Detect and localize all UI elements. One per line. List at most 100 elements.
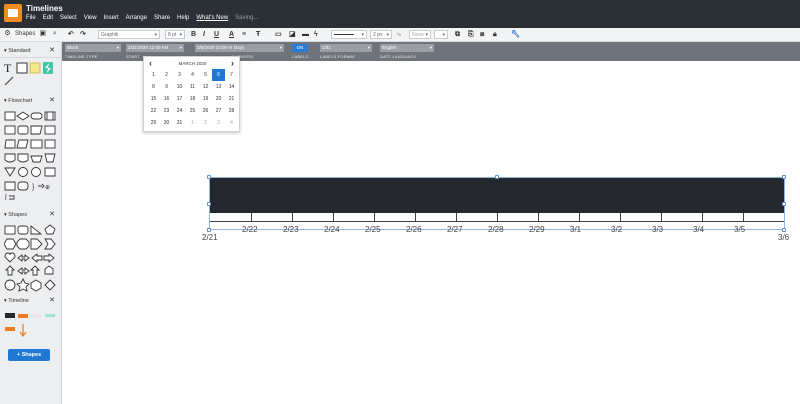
- timeline-type-select[interactable]: Block: [65, 44, 121, 52]
- calendar-day[interactable]: 2: [160, 69, 173, 81]
- italic-icon[interactable]: I: [203, 29, 205, 40]
- calendar-day[interactable]: 31: [173, 117, 186, 129]
- calendar-day[interactable]: 9: [160, 81, 173, 93]
- calendar-day[interactable]: 23: [160, 105, 173, 117]
- menu-file[interactable]: File: [26, 15, 36, 21]
- calendar-day[interactable]: 2: [199, 117, 212, 129]
- menu-insert[interactable]: Insert: [104, 15, 119, 21]
- calendar-day[interactable]: 5: [199, 69, 212, 81]
- calendar-day[interactable]: 11: [186, 81, 199, 93]
- add-shapes-button[interactable]: + Shapes: [8, 349, 50, 361]
- text-color-icon[interactable]: A: [229, 29, 234, 40]
- menu-help[interactable]: Help: [177, 15, 189, 21]
- standard-shapes[interactable]: T: [4, 61, 60, 87]
- calendar-day[interactable]: 18: [186, 93, 199, 105]
- calendar-day[interactable]: 4: [225, 117, 238, 129]
- calendar-day[interactable]: 1: [147, 69, 160, 81]
- calendar-day[interactable]: 1: [186, 117, 199, 129]
- close-icon[interactable]: ✕: [49, 210, 55, 218]
- calendar-day[interactable]: 25: [186, 105, 199, 117]
- image-icon[interactable]: ▣: [38, 29, 47, 38]
- flowchart-shapes[interactable]: } ⊕ [: [4, 110, 58, 200]
- resize-handle[interactable]: [782, 175, 786, 179]
- calendar-day[interactable]: 8: [147, 81, 160, 93]
- redo-icon[interactable]: ↷: [80, 29, 86, 40]
- calendar-day[interactable]: 3: [212, 117, 225, 129]
- timeline-axis: [210, 221, 784, 222]
- align-icon[interactable]: ≡: [242, 29, 246, 40]
- calendar-day[interactable]: 10: [173, 81, 186, 93]
- shapes-toggle-label[interactable]: Shapes: [15, 31, 35, 37]
- calendar-day[interactable]: 3: [173, 69, 186, 81]
- labels-toggle[interactable]: ON: [292, 44, 308, 52]
- close-icon[interactable]: ✕: [49, 296, 55, 304]
- calendar-day[interactable]: 19: [199, 93, 212, 105]
- basic-shapes[interactable]: [4, 224, 58, 294]
- wrench-icon[interactable]: 🔧︎: [511, 29, 520, 40]
- calendar-day[interactable]: 24: [173, 105, 186, 117]
- menu-whats-new[interactable]: What's New: [196, 15, 228, 21]
- start-date-field[interactable]: 2/21/2020 12:00 AM: [126, 44, 184, 52]
- menu-edit[interactable]: Edit: [43, 15, 53, 21]
- calendar-day[interactable]: 21: [225, 93, 238, 105]
- resize-handle[interactable]: [495, 175, 499, 179]
- timeline-label: 3/4: [693, 225, 705, 234]
- calendar-day[interactable]: 30: [160, 117, 173, 129]
- timeline-bar[interactable]: [210, 178, 784, 213]
- underline-icon[interactable]: U: [214, 29, 219, 40]
- menu-view[interactable]: View: [84, 15, 97, 21]
- calendar-day[interactable]: 27: [212, 105, 225, 117]
- calendar-day[interactable]: 14: [225, 81, 238, 93]
- calendar-day[interactable]: 17: [173, 93, 186, 105]
- connector-icon[interactable]: ⤷: [397, 29, 401, 40]
- calendar-day[interactable]: 12: [199, 81, 212, 93]
- gear-icon[interactable]: ⚙: [3, 29, 12, 38]
- text-options-icon[interactable]: Ŧ: [256, 29, 260, 40]
- search-icon[interactable]: ⌕: [50, 29, 59, 38]
- resize-handle[interactable]: [782, 228, 786, 232]
- group-icon[interactable]: ⧈: [480, 29, 484, 40]
- folder-icon[interactable]: [4, 4, 22, 22]
- menu-select[interactable]: Select: [60, 15, 77, 21]
- calendar-day[interactable]: 28: [225, 105, 238, 117]
- resize-handle[interactable]: [207, 228, 211, 232]
- document-title[interactable]: Timelines: [26, 4, 63, 13]
- fill-color-icon[interactable]: ◪: [289, 29, 296, 40]
- labels-format-select[interactable]: 1/31: [320, 44, 372, 52]
- calendar-day[interactable]: 22: [147, 105, 160, 117]
- timeline-shapes[interactable]: [4, 311, 58, 337]
- calendar-day[interactable]: 29: [147, 117, 160, 129]
- effects-icon[interactable]: ϟ: [314, 29, 318, 40]
- lock-icon[interactable]: 🔒︎: [493, 29, 497, 40]
- calendar-day[interactable]: 13: [212, 81, 225, 93]
- resize-handle[interactable]: [782, 202, 786, 206]
- copy-style-icon[interactable]: ⧉: [455, 29, 460, 40]
- line-style-select[interactable]: [331, 30, 367, 39]
- line-color-icon[interactable]: ▬: [302, 29, 309, 40]
- calendar-day[interactable]: 16: [160, 93, 173, 105]
- calendar-day[interactable]: 15: [147, 93, 160, 105]
- close-icon[interactable]: ✕: [49, 46, 55, 54]
- calendar-day[interactable]: 6: [212, 69, 225, 81]
- undo-icon[interactable]: ↶: [68, 29, 74, 40]
- font-family-select[interactable]: Graphik: [98, 30, 160, 39]
- calendar-day[interactable]: 4: [186, 69, 199, 81]
- font-size-select[interactable]: 8 pt: [165, 30, 185, 39]
- arrow-end-select[interactable]: [434, 30, 448, 39]
- resize-handle[interactable]: [207, 175, 211, 179]
- markers-select[interactable]: Days: [232, 44, 284, 52]
- fill-icon[interactable]: ▭: [275, 29, 282, 40]
- arrow-start-select[interactable]: None: [409, 30, 431, 39]
- calendar-day[interactable]: 7: [225, 69, 238, 81]
- arrange-icon[interactable]: ⎘: [468, 29, 474, 40]
- line-width-select[interactable]: 2 px: [370, 30, 392, 39]
- resize-handle[interactable]: [207, 202, 211, 206]
- menu-arrange[interactable]: Arrange: [126, 15, 147, 21]
- menu-share[interactable]: Share: [154, 15, 170, 21]
- calendar-day[interactable]: 26: [199, 105, 212, 117]
- close-icon[interactable]: ✕: [49, 96, 55, 104]
- date-language-select[interactable]: English: [380, 44, 434, 52]
- calendar-day[interactable]: 20: [212, 93, 225, 105]
- bold-icon[interactable]: B: [191, 29, 196, 40]
- timeline-label: 2/26: [406, 225, 422, 234]
